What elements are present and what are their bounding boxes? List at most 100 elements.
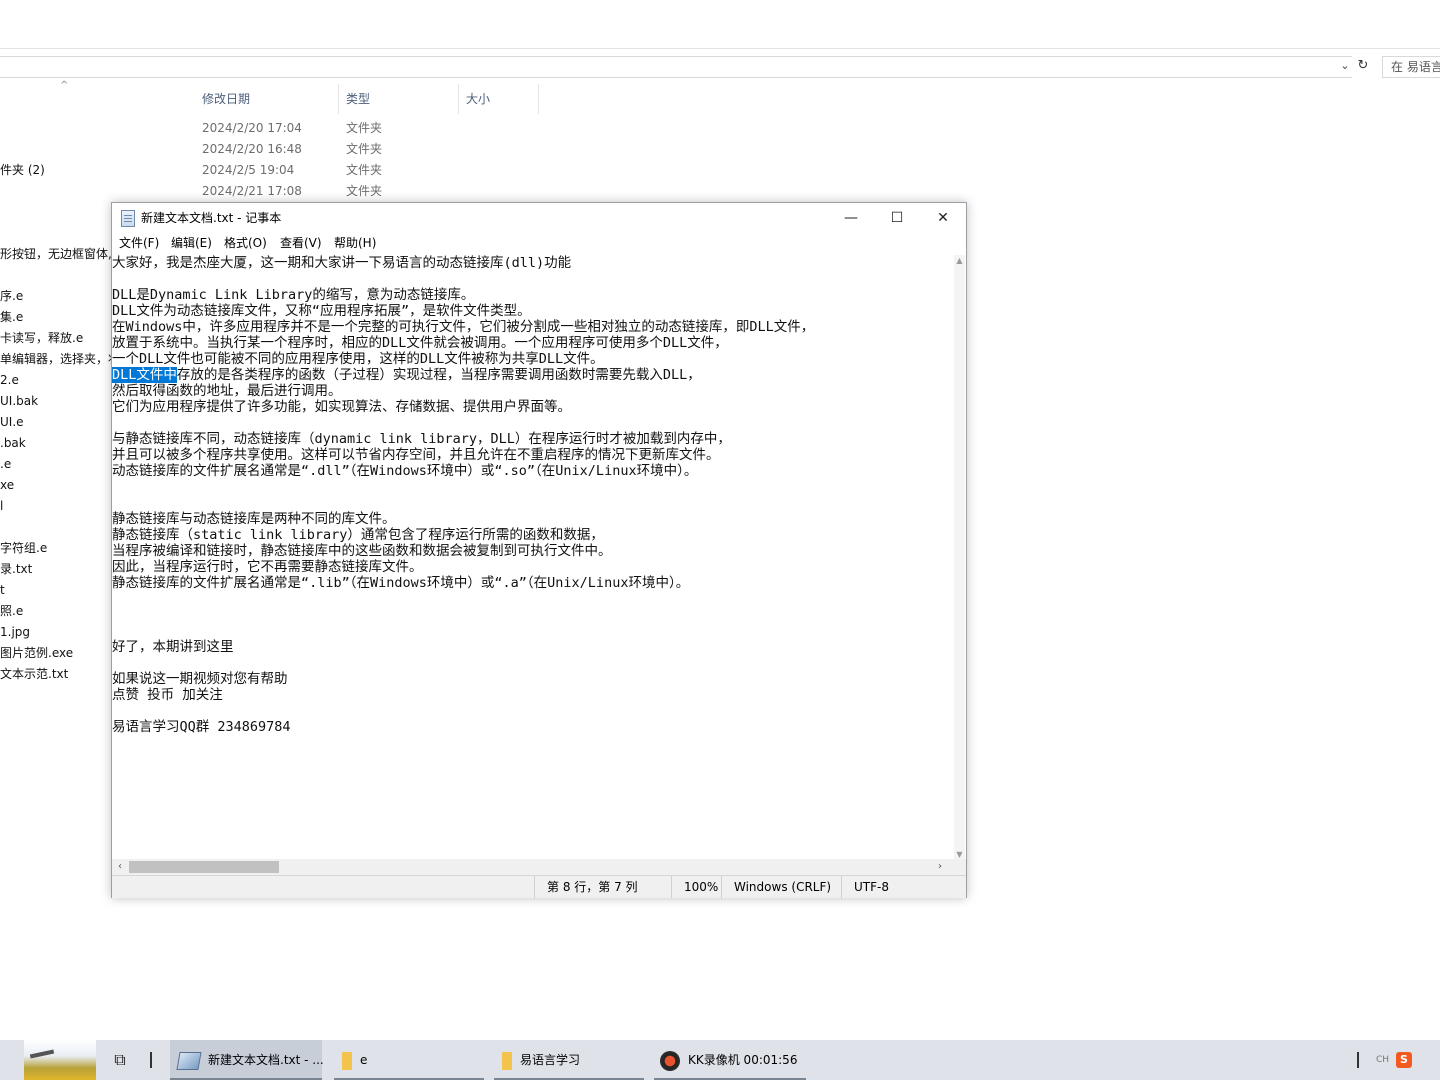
taskbar-app-label: 新建文本文档.txt - ... xyxy=(208,1053,324,1067)
file-name: .e xyxy=(0,457,12,471)
file-name: xe xyxy=(0,478,15,492)
taskbar-app-label: KK录像机 00:01:56 xyxy=(688,1053,798,1067)
encoding: UTF-8 xyxy=(841,876,889,898)
resize-grip[interactable] xyxy=(954,859,966,875)
divider xyxy=(1357,1052,1359,1068)
column-header-modified[interactable]: 修改日期 xyxy=(202,88,250,110)
menu-view[interactable]: 查看(V) xyxy=(280,233,322,253)
text-editor[interactable]: 大家好，我是杰座大厦，这一期和大家讲一下易语言的动态链接库(dll)功能 DLL… xyxy=(112,255,954,861)
scroll-up-icon[interactable]: ▲ xyxy=(954,255,965,267)
text-line: 如果说这一期视频对您有帮助 xyxy=(112,671,288,687)
file-date: 2024/2/5 19:04 xyxy=(202,163,295,177)
text-line xyxy=(112,623,954,639)
text-line xyxy=(112,479,954,495)
horizontal-scrollbar[interactable]: ‹ › xyxy=(112,859,954,875)
close-button[interactable]: ✕ xyxy=(920,203,966,233)
search-input[interactable]: 在 易语言学习 xyxy=(1382,56,1440,78)
file-type: 文件夹 xyxy=(346,184,383,198)
file-type: 文件夹 xyxy=(346,163,383,177)
chevron-down-icon[interactable]: ⌄ xyxy=(1338,58,1352,74)
vertical-scrollbar[interactable]: ▲ ▼ xyxy=(954,255,965,861)
text-line: 静态链接库与动态链接库是两种不同的库文件。 xyxy=(112,511,396,527)
text-line xyxy=(112,591,954,607)
taskbar-app-folder-yiyuyan[interactable]: 易语言学习 xyxy=(494,1040,644,1080)
file-name: l xyxy=(0,499,4,513)
text-line: 当程序被编译和链接时，静态链接库中的这些函数和数据会被复制到可执行文件中。 xyxy=(112,543,612,559)
menu-edit[interactable]: 编辑(E) xyxy=(171,233,212,253)
divider xyxy=(150,1052,152,1068)
column-header-size[interactable]: 大小 xyxy=(466,88,490,110)
menu-help[interactable]: 帮助(H) xyxy=(334,233,376,253)
column-divider[interactable] xyxy=(458,84,459,114)
text-line: 然后取得函数的地址，最后进行调用。 xyxy=(112,383,342,399)
zoom-level: 100% xyxy=(671,876,718,898)
taskbar-app-label: e xyxy=(360,1053,368,1067)
sogou-ime-icon[interactable]: S xyxy=(1396,1052,1412,1068)
address-bar[interactable] xyxy=(0,56,1352,78)
text-line: 好了，本期讲到这里 xyxy=(112,639,234,655)
file-name: 形按钮，无边框窗体, xyxy=(0,247,112,261)
selected-text: DLL文件中 xyxy=(112,367,177,383)
notepad-icon xyxy=(121,210,135,227)
text-line-rest: 存放的是各类程序的函数（子过程）实现过程，当程序需要调用函数时需要先载入DLL， xyxy=(176,367,701,383)
file-name: 文本示范.txt xyxy=(0,667,69,681)
file-date: 2024/2/20 16:48 xyxy=(202,142,302,156)
text-line: 静态链接库（static link library）通常包含了程序运行所需的函数… xyxy=(112,527,604,543)
text-line: 在Windows中，许多应用程序并不是一个完整的可执行文件，它们被分割成一些相对… xyxy=(112,319,815,335)
folder-icon xyxy=(502,1051,512,1070)
taskbar: ⧉ 新建文本文档.txt - ... e 易语言学习 KK录像机 00:01:5… xyxy=(0,1040,1440,1080)
text-line xyxy=(112,703,954,719)
cursor-position: 第 8 行，第 7 列 xyxy=(534,876,638,898)
text-line xyxy=(112,495,954,511)
text-line xyxy=(112,607,954,623)
notepad-window: 新建文本文档.txt - 记事本 — ☐ ✕ 文件(F) 编辑(E) 格式(O)… xyxy=(111,202,967,898)
divider xyxy=(0,48,1440,49)
notepad-icon xyxy=(176,1051,202,1070)
file-name: 字符组.e xyxy=(0,541,48,555)
file-name: 单编辑器，选择夹，状 xyxy=(0,352,121,366)
scroll-left-icon[interactable]: ‹ xyxy=(112,859,128,875)
scroll-right-icon[interactable]: › xyxy=(932,859,948,875)
file-type: 文件夹 xyxy=(346,142,383,156)
text-line: DLL是Dynamic Link Library的缩写，意为动态链接库。 xyxy=(112,287,475,303)
text-line: 与静态链接库不同，动态链接库（dynamic link library，DLL）… xyxy=(112,431,731,447)
taskbar-app-kk-recorder[interactable]: KK录像机 00:01:56 xyxy=(654,1040,806,1080)
text-line: 并且可以被多个程序共享使用。这样可以节省内存空间，并且允许在不重启程序的情况下更… xyxy=(112,447,720,463)
text-line: 它们为应用程序提供了许多功能，如实现算法、存储数据、提供用户界面等。 xyxy=(112,399,571,415)
start-button[interactable] xyxy=(24,1040,96,1080)
column-header-type[interactable]: 类型 xyxy=(346,88,370,110)
menu-file[interactable]: 文件(F) xyxy=(119,233,159,253)
text-line: 因此，当程序运行时，它不再需要静态链接库文件。 xyxy=(112,559,423,575)
file-name: 集.e xyxy=(0,310,24,324)
file-name: t xyxy=(0,583,5,597)
task-view-icon[interactable]: ⧉ xyxy=(108,1040,132,1080)
scroll-thumb[interactable] xyxy=(129,861,279,873)
title-bar[interactable]: 新建文本文档.txt - 记事本 — ☐ ✕ xyxy=(112,203,966,233)
window-title: 新建文本文档.txt - 记事本 xyxy=(141,211,282,225)
taskbar-app-label: 易语言学习 xyxy=(520,1053,581,1067)
minimize-button[interactable]: — xyxy=(828,203,874,233)
text-line: 一个DLL文件也可能被不同的应用程序使用，这样的DLL文件被称为共享DLL文件。 xyxy=(112,351,604,367)
column-divider[interactable] xyxy=(338,84,339,114)
maximize-button[interactable]: ☐ xyxy=(874,203,920,233)
file-name: 2.e xyxy=(0,373,19,387)
file-name: .bak xyxy=(0,436,26,450)
file-name: 图片范例.exe xyxy=(0,646,74,660)
taskbar-app-folder-e[interactable]: e xyxy=(334,1040,484,1080)
text-line xyxy=(112,415,954,431)
file-name: UI.e xyxy=(0,415,24,429)
file-name: 序.e xyxy=(0,289,24,303)
file-name: 录.txt xyxy=(0,562,33,576)
menu-format[interactable]: 格式(O) xyxy=(224,233,267,253)
file-date: 2024/2/20 17:04 xyxy=(202,121,302,135)
text-line xyxy=(112,655,954,671)
file-name: 照.e xyxy=(0,604,24,618)
file-date: 2024/2/21 17:08 xyxy=(202,184,302,198)
language-indicator[interactable]: CH xyxy=(1376,1040,1389,1080)
column-divider[interactable] xyxy=(538,84,539,114)
refresh-icon[interactable]: ↻ xyxy=(1354,57,1372,75)
menu-bar: 文件(F) 编辑(E) 格式(O) 查看(V) 帮助(H) xyxy=(112,233,966,253)
status-bar: 第 8 行，第 7 列 100% Windows (CRLF) UTF-8 xyxy=(112,875,966,898)
text-line: 放置于系统中。当执行某一个程序时，相应的DLL文件就会被调用。一个应用程序可使用… xyxy=(112,335,728,351)
taskbar-app-notepad[interactable]: 新建文本文档.txt - ... xyxy=(170,1040,324,1080)
